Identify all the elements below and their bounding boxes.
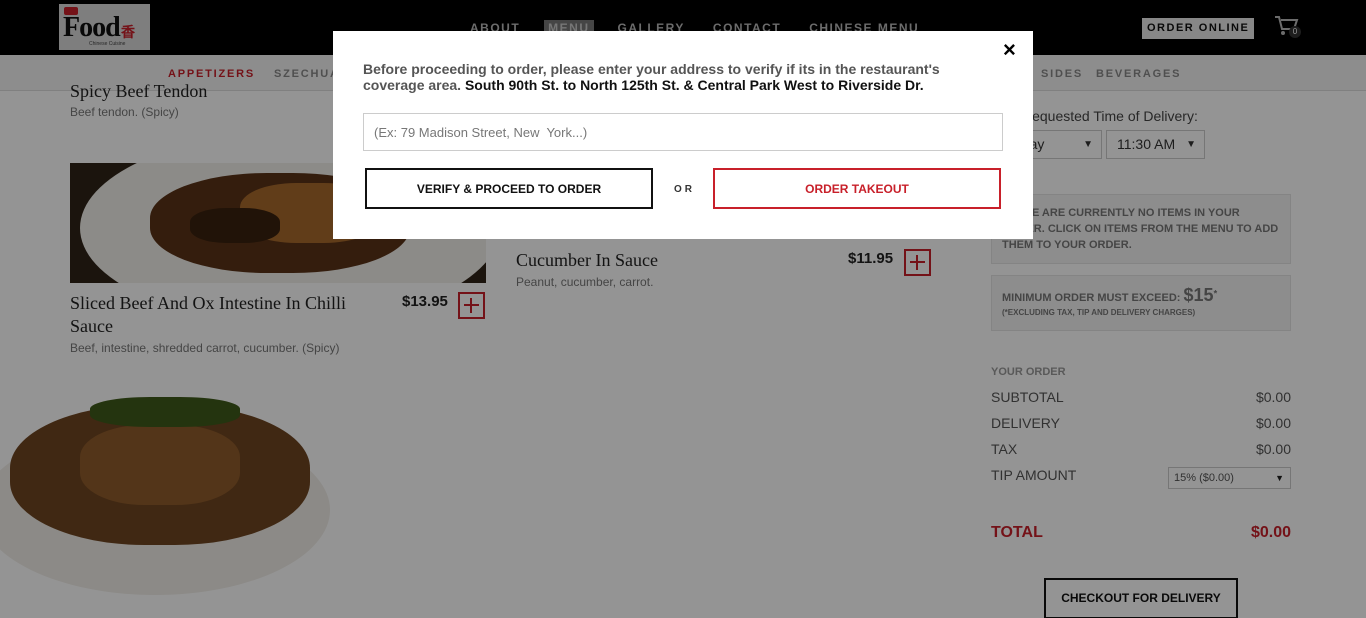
coverage-area-text: South 90th St. to North 125th St. & Cent…: [464, 77, 924, 93]
or-separator: OR: [674, 184, 695, 195]
page: Food 香 Chinese Cuisine ABOUT MENU GALLER…: [0, 0, 1366, 618]
verify-proceed-button[interactable]: VERIFY & PROCEED TO ORDER: [365, 168, 653, 209]
address-verification-modal: × Before proceeding to order, please ent…: [333, 31, 1033, 239]
order-takeout-button[interactable]: ORDER TAKEOUT: [713, 168, 1001, 209]
close-icon[interactable]: ×: [1003, 37, 1016, 63]
modal-message: Before proceeding to order, please enter…: [363, 61, 983, 93]
address-input[interactable]: [363, 113, 1003, 151]
